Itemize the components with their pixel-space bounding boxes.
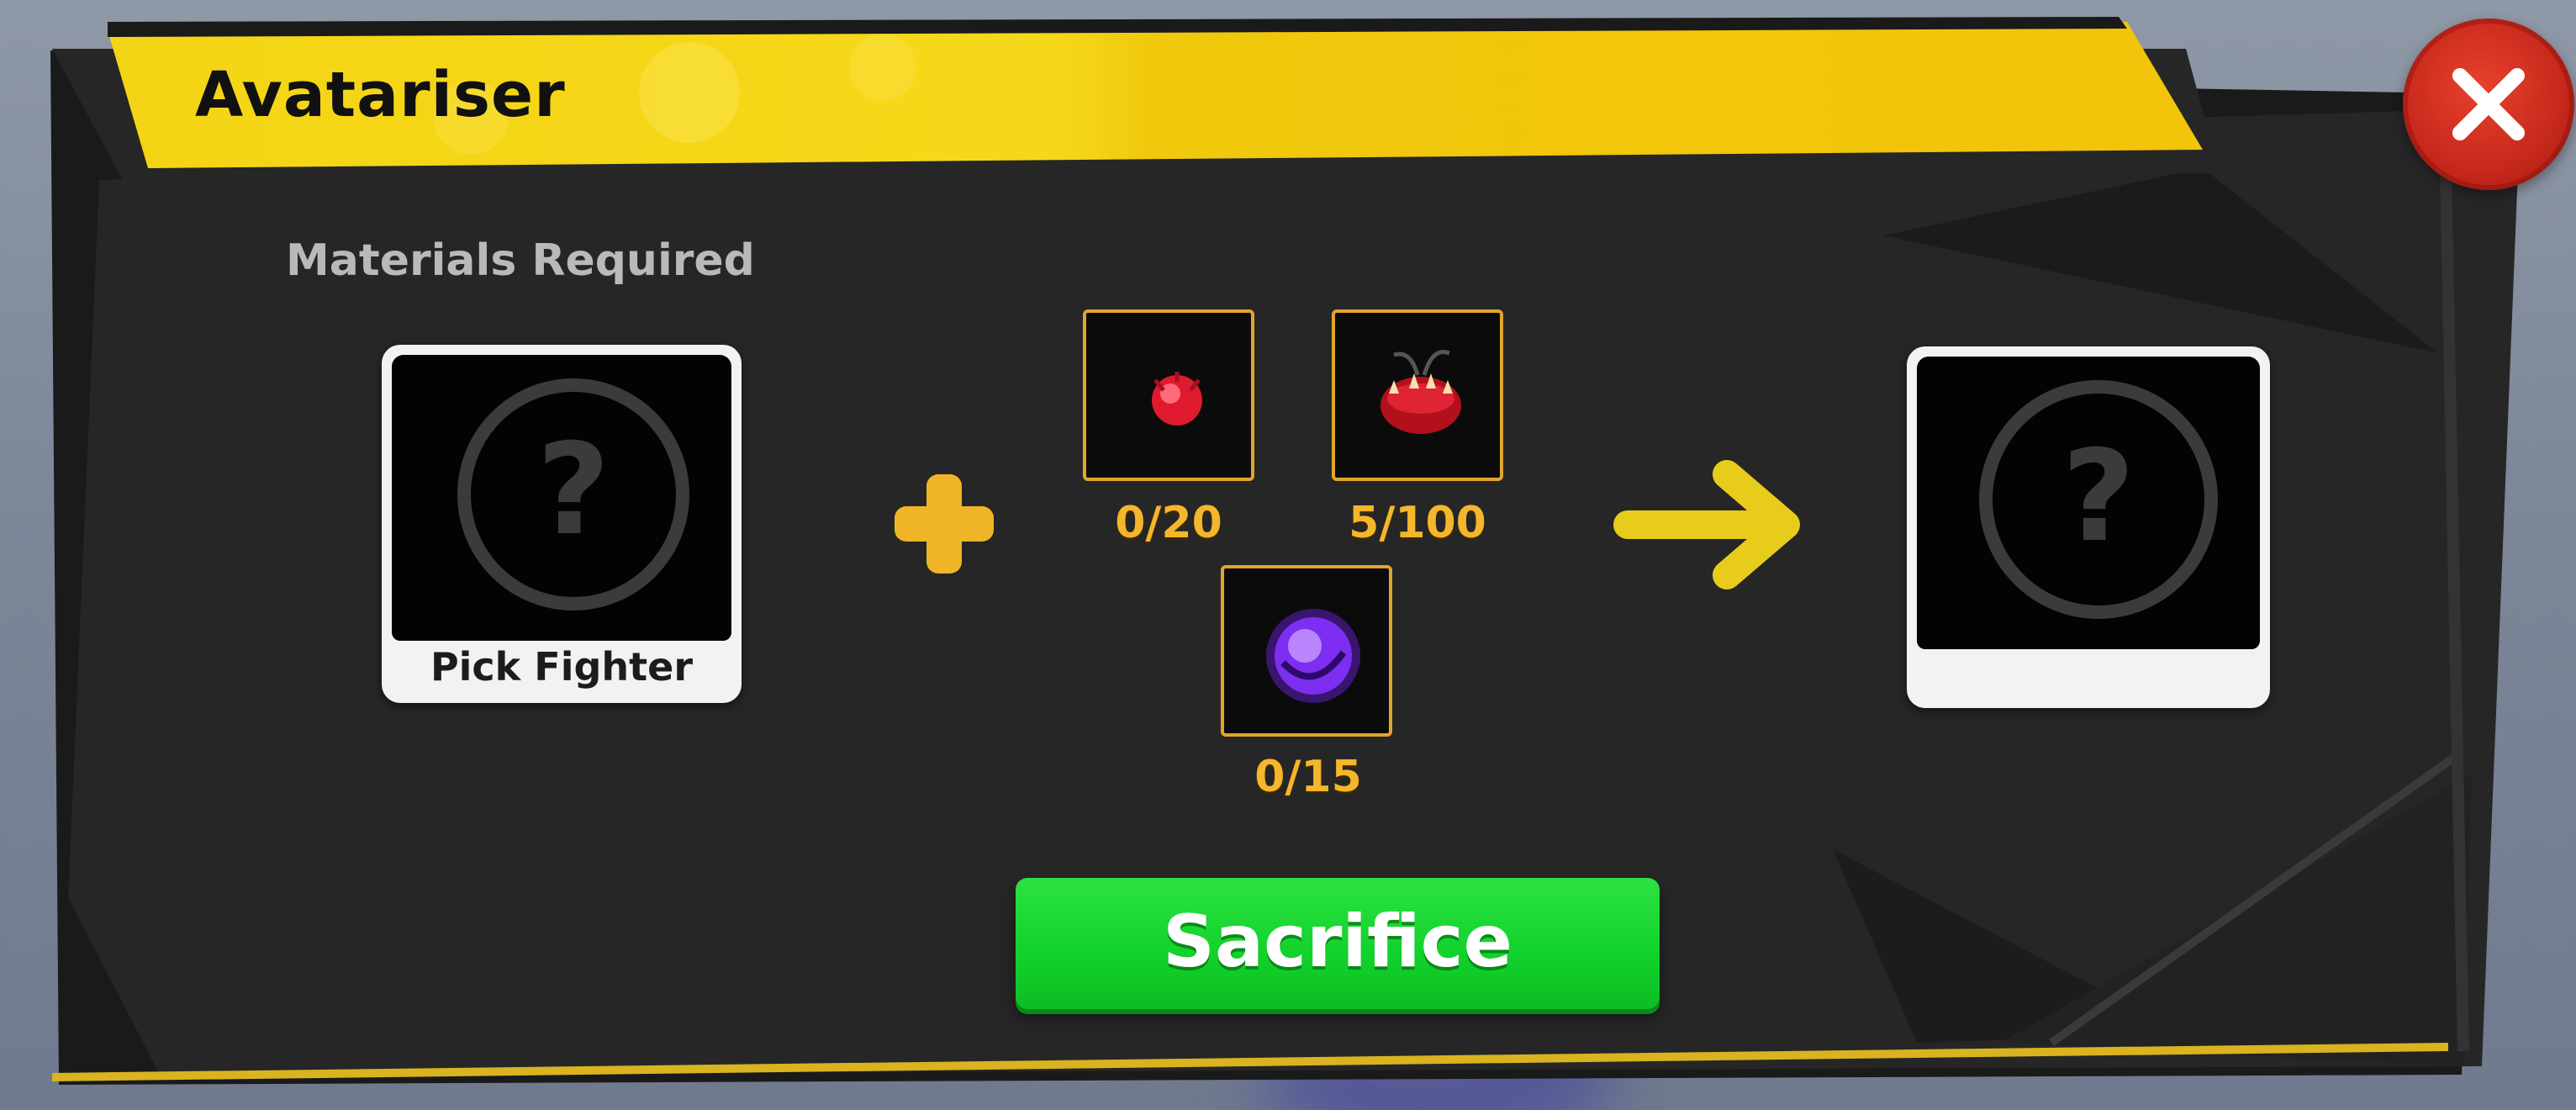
result-slot: ? (1907, 346, 2270, 708)
material-slot-red-fruit[interactable] (1332, 309, 1503, 481)
materials-required-label: Materials Required (286, 235, 755, 286)
pick-fighter-label: Pick Fighter (430, 644, 694, 690)
question-mark-icon: ? (1979, 380, 2218, 619)
sacrifice-button[interactable]: Sacrifice (1016, 878, 1660, 1009)
material-count-purple-orb: 0/15 (1254, 752, 1362, 802)
red-orb-icon (1152, 372, 1202, 426)
sacrifice-button-label: Sacrifice (1163, 900, 1512, 984)
material-count-red-orb: 0/20 (1115, 498, 1222, 548)
plus-icon (895, 474, 994, 574)
material-count-red-fruit: 5/100 (1349, 498, 1486, 548)
material-slot-purple-orb[interactable] (1221, 565, 1392, 737)
red-fruit-icon (1380, 350, 1461, 434)
material-slot-red-orb[interactable] (1083, 309, 1254, 481)
purple-orb-icon (1266, 609, 1360, 703)
fighter-slot-frame: ? (392, 355, 731, 641)
svg-text:?: ? (536, 417, 610, 563)
arrow-right-icon (1613, 460, 1800, 589)
close-icon (2452, 68, 2525, 140)
close-button[interactable] (2403, 18, 2574, 190)
svg-text:?: ? (2061, 424, 2135, 570)
pick-fighter-slot[interactable]: ? Pick Fighter (382, 345, 742, 703)
result-slot-frame: ? (1917, 357, 2260, 649)
window-title: Avatariser (195, 59, 566, 131)
question-mark-icon: ? (457, 378, 689, 610)
